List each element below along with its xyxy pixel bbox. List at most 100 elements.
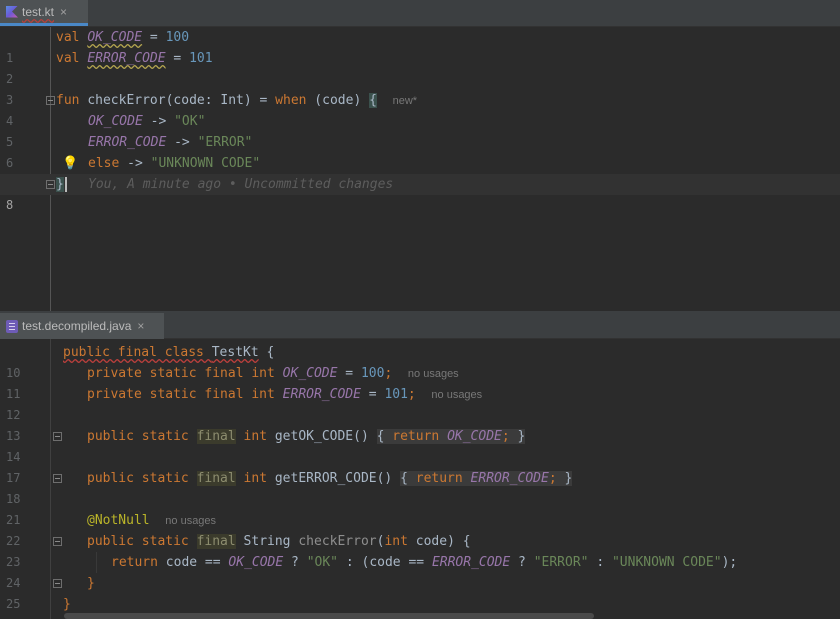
code-line: 25 } <box>0 573 840 611</box>
token: code) { <box>415 534 471 549</box>
token: ERROR_CODE <box>470 471 549 486</box>
text-caret <box>64 177 67 192</box>
token: = <box>142 30 166 45</box>
code-line-current: 8 } You, A minute ago • Uncommitted chan… <box>0 174 840 212</box>
token: = <box>360 387 385 402</box>
token: -> <box>142 114 175 129</box>
code-line: 11 private static final int OK_CODE = 10… <box>0 363 840 401</box>
token: ; <box>384 366 393 381</box>
token: OK_CODE <box>447 429 502 444</box>
token: OK_CODE <box>282 366 338 381</box>
usages-hint[interactable]: no usages <box>165 515 216 527</box>
token: { <box>400 471 416 486</box>
close-icon[interactable]: × <box>60 5 67 19</box>
line-number: 26 <box>0 615 30 619</box>
token: { <box>258 345 275 360</box>
token: when <box>275 93 307 108</box>
token: @NotNull <box>87 513 150 528</box>
tab-label: test.kt <box>22 4 55 19</box>
token: 101 <box>189 51 213 66</box>
kotlin-editor[interactable]: 1 val OK_CODE = 100 2 val ERROR_CODE = 1… <box>0 27 840 311</box>
inlay-hint: new* <box>392 95 418 107</box>
horizontal-scrollbar[interactable] <box>64 613 594 619</box>
token: ? <box>283 555 307 570</box>
token: 100 <box>360 366 385 381</box>
usages-hint[interactable]: no usages <box>408 368 459 380</box>
token: val <box>56 30 88 45</box>
folded-region[interactable]: { return ERROR_CODE; } <box>400 471 573 486</box>
token: String <box>235 534 299 549</box>
usages-hint[interactable]: no usages <box>431 389 482 401</box>
code-line: 18 public static final int getERROR_CODE… <box>0 468 840 506</box>
token: ERROR_CODE <box>87 51 166 66</box>
token: "UNKNOWN CODE" <box>611 555 722 570</box>
token: ); <box>721 555 738 570</box>
code-line: 12 private static final int ERROR_CODE =… <box>0 384 840 422</box>
token: = <box>337 366 361 381</box>
token: -> <box>166 135 198 150</box>
code-line: 23 public static final String checkError… <box>0 531 840 569</box>
java-file-icon <box>6 319 18 333</box>
token: ERROR_CODE <box>88 135 167 150</box>
token: "UNKNOWN CODE" <box>150 156 261 171</box>
token: fun <box>56 93 88 108</box>
token: "ERROR" <box>533 555 589 570</box>
code-line: 24 return code == OK_CODE ? "OK" : (code… <box>0 552 840 590</box>
line-number: 8 <box>6 198 14 212</box>
fold-toggle-icon[interactable] <box>53 474 62 483</box>
token: ; <box>407 387 416 402</box>
indent-guide <box>96 552 97 573</box>
fold-toggle-icon[interactable] <box>53 579 62 588</box>
token: { <box>369 93 377 108</box>
token: code == <box>165 555 229 570</box>
token: (code: Int) = <box>165 93 276 108</box>
folded-region[interactable]: { return OK_CODE; } <box>376 429 526 444</box>
token: } <box>517 429 526 444</box>
token: val <box>56 51 88 66</box>
tab-test-decompiled-java[interactable]: test.decompiled.java × <box>0 313 164 339</box>
token: ; <box>548 471 565 486</box>
token: OK_CODE <box>87 30 143 45</box>
token: ; <box>501 429 518 444</box>
token: ERROR_CODE <box>431 555 511 570</box>
token: { <box>376 429 393 444</box>
token: return <box>415 471 471 486</box>
token: private static final int <box>87 387 283 402</box>
token: 101 <box>384 387 408 402</box>
token: final <box>196 429 236 444</box>
close-icon[interactable]: × <box>137 319 144 333</box>
lightbulb-icon[interactable]: 💡 <box>62 153 78 174</box>
token: final <box>196 471 236 486</box>
code-line: 22 @NotNull no usages <box>0 510 840 548</box>
token: else <box>88 156 120 171</box>
token: } <box>564 471 573 486</box>
java-editor[interactable]: 10 public final class TestKt { 11 privat… <box>0 339 840 619</box>
code-line: 14 public static final int getOK_CODE() … <box>0 426 840 464</box>
token: () <box>353 429 377 444</box>
token: public static <box>87 471 197 486</box>
token: "OK" <box>306 555 339 570</box>
token: int <box>235 471 275 486</box>
code-line: 1 val OK_CODE = 100 <box>0 27 840 65</box>
token: 100 <box>165 30 190 45</box>
tab-label: test.decompiled.java <box>22 319 132 333</box>
fold-toggle-icon[interactable] <box>53 537 62 546</box>
fold-toggle-icon[interactable] <box>46 96 55 105</box>
kotlin-file-icon <box>6 5 18 18</box>
token: } <box>87 576 95 591</box>
fold-toggle-icon[interactable] <box>53 432 62 441</box>
token: OK_CODE <box>228 555 284 570</box>
fold-toggle-icon[interactable] <box>46 180 55 189</box>
token: OK_CODE <box>88 114 143 129</box>
code-line: 13 <box>0 405 840 443</box>
tab-test-kt[interactable]: test.kt × <box>0 0 88 26</box>
token: TestKt <box>211 345 259 360</box>
token: return <box>392 429 448 444</box>
token: getOK_CODE <box>274 429 354 444</box>
token: private static final int <box>87 366 283 381</box>
token: (code) <box>306 93 370 108</box>
code-line: 17 <box>0 447 840 485</box>
code-line: 2 val ERROR_CODE = 101 <box>0 48 840 86</box>
token: : (code == <box>338 555 432 570</box>
token: public static <box>87 429 197 444</box>
